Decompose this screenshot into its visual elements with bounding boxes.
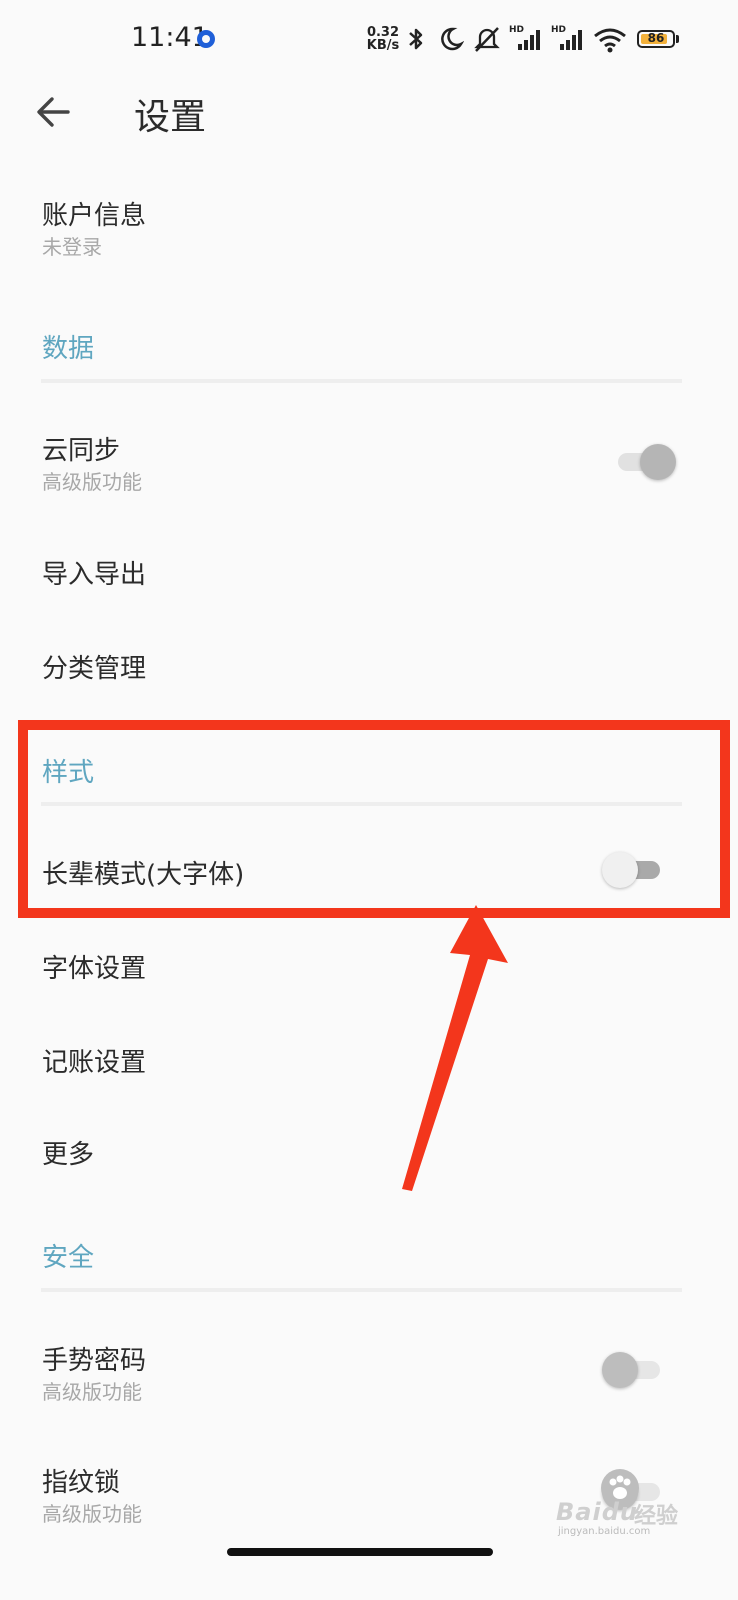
gesture-password-subtitle: 高级版功能 xyxy=(42,1380,142,1404)
signal-strength-icon xyxy=(518,30,540,50)
font-settings-row[interactable]: 字体设置 xyxy=(0,934,738,1004)
category-management-title: 分类管理 xyxy=(42,654,147,684)
bookkeeping-settings-title: 记账设置 xyxy=(42,1048,147,1078)
fingerprint-lock-subtitle: 高级版功能 xyxy=(42,1502,142,1526)
arrow-left-icon[interactable] xyxy=(34,92,74,132)
signal-strength-icon xyxy=(560,30,582,50)
cloud-sync-subtitle: 高级版功能 xyxy=(42,470,142,494)
bookkeeping-settings-row[interactable]: 记账设置 xyxy=(0,1028,738,1098)
account-info-row[interactable]: 账户信息 未登录 xyxy=(0,185,738,275)
do-not-disturb-moon-icon xyxy=(441,27,464,51)
cloud-sync-title: 云同步 xyxy=(42,436,121,466)
annotation-highlight-box xyxy=(18,720,730,918)
import-export-row[interactable]: 导入导出 xyxy=(0,540,738,610)
account-info-subtitle: 未登录 xyxy=(42,235,102,259)
gesture-password-row[interactable]: 手势密码 高级版功能 xyxy=(0,1330,738,1420)
section-header-data: 数据 xyxy=(42,334,95,364)
more-row[interactable]: 更多 xyxy=(0,1120,738,1190)
page-title: 设置 xyxy=(134,97,207,138)
gesture-password-toggle[interactable] xyxy=(602,1352,664,1388)
toggle-knob xyxy=(602,1352,638,1388)
network-speed: 0.32 KB/s xyxy=(366,26,400,52)
wifi-icon xyxy=(594,28,626,53)
toggle-knob xyxy=(640,444,676,480)
font-settings-title: 字体设置 xyxy=(42,954,147,984)
notification-dot-icon xyxy=(197,30,215,48)
section-divider xyxy=(41,379,682,383)
gesture-password-title: 手势密码 xyxy=(42,1346,147,1376)
home-indicator[interactable] xyxy=(227,1548,493,1556)
annotation-arrow-icon xyxy=(402,905,508,1191)
battery-icon: 86 xyxy=(637,30,675,48)
cloud-sync-row[interactable]: 云同步 高级版功能 xyxy=(0,420,738,510)
fingerprint-lock-title: 指纹锁 xyxy=(42,1468,121,1498)
network-speed-unit: KB/s xyxy=(366,38,400,53)
category-management-row[interactable]: 分类管理 xyxy=(0,634,738,704)
watermark-url: jingyan.baidu.com xyxy=(558,1526,651,1537)
battery-tip xyxy=(676,35,679,43)
more-title: 更多 xyxy=(42,1140,95,1170)
section-divider xyxy=(41,1288,682,1292)
watermark-brand: Baidu xyxy=(556,1498,638,1526)
section-header-security: 安全 xyxy=(42,1243,95,1273)
battery-level: 86 xyxy=(647,31,665,45)
watermark: Baidu 经验 jingyan.baidu.com xyxy=(556,1468,710,1538)
bluetooth-icon xyxy=(409,28,423,50)
import-export-title: 导入导出 xyxy=(42,560,147,590)
cloud-sync-toggle[interactable] xyxy=(614,444,676,480)
account-info-title: 账户信息 xyxy=(42,201,147,231)
muted-bell-icon xyxy=(474,27,500,52)
